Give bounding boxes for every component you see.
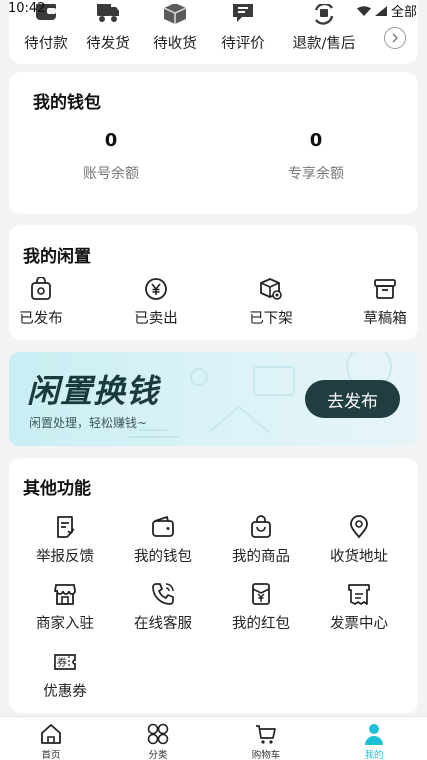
func-online-service[interactable]: 在线客服	[115, 582, 211, 633]
tab-label: 首页	[41, 750, 61, 760]
tab-home[interactable]: 首页	[11, 723, 91, 760]
status-bar: 10:42 全部	[0, 0, 427, 20]
account-balance-value: 0	[104, 130, 118, 151]
idle-item-label: 草稿箱	[363, 311, 407, 327]
idle-sold[interactable]: 已卖出	[124, 277, 188, 328]
tab-cart[interactable]: 购物车	[226, 723, 306, 760]
store-icon	[53, 584, 76, 605]
wallet-card: 我的钱包 0 账号余额 0 专享余额	[9, 72, 418, 214]
other-functions-card: 其他功能 举报反馈 我的钱包 我的商品 收货地址 商家入驻 在线客服 我的红包 …	[9, 458, 418, 713]
func-invoice-center[interactable]: 发票中心	[311, 582, 407, 633]
func-item-label: 商家入驻	[36, 616, 94, 632]
tab-label: 购物车	[251, 750, 281, 760]
signal-icon	[374, 5, 387, 16]
tab-label: 分类	[148, 750, 168, 760]
func-item-label: 我的红包	[232, 616, 290, 632]
order-item-label: 退款/售后	[292, 36, 356, 52]
func-shipping-address[interactable]: 收货地址	[311, 515, 407, 566]
func-item-label: 在线客服	[134, 616, 192, 632]
func-item-label: 我的钱包	[134, 549, 192, 565]
banner-subtitle: 闲置处理，轻松赚钱~	[29, 416, 148, 430]
promo-banner[interactable]: 闲置换钱 闲置处理，轻松赚钱~ 去发布	[9, 352, 418, 446]
status-network-label: 全部	[390, 5, 417, 20]
my-idle-card: 我的闲置 已发布 已卖出 已下架 草稿箱	[9, 225, 418, 340]
invoice-icon	[348, 584, 370, 605]
func-item-label: 举报反馈	[36, 549, 94, 565]
category-icon	[147, 723, 169, 745]
func-report-feedback[interactable]: 举报反馈	[17, 515, 113, 566]
banner-title: 闲置换钱	[27, 372, 160, 410]
report-icon	[57, 516, 75, 538]
tab-mine[interactable]: 我的	[334, 723, 414, 760]
yuan-coin-icon	[145, 278, 167, 300]
account-balance-label: 账号余额	[83, 166, 139, 182]
status-indicators: 全部	[356, 1, 417, 20]
func-my-wallet[interactable]: 我的钱包	[115, 515, 211, 566]
chevron-right-icon[interactable]	[384, 27, 406, 49]
idle-item-label: 已卖出	[134, 311, 178, 327]
home-icon	[41, 724, 61, 744]
location-pin-icon	[350, 515, 368, 539]
publish-button[interactable]: 去发布	[305, 380, 400, 418]
cart-icon	[256, 725, 276, 744]
func-item-label: 收货地址	[330, 549, 388, 565]
wallet-title: 我的钱包	[33, 93, 101, 113]
status-time: 10:42	[8, 1, 46, 16]
idle-delisted[interactable]: 已下架	[239, 277, 303, 328]
idle-title: 我的闲置	[23, 247, 91, 267]
order-item-label: 待评价	[221, 36, 265, 52]
red-envelope-icon	[252, 583, 270, 605]
box-off-icon	[260, 278, 282, 300]
bag-icon	[31, 277, 51, 300]
func-item-label: 发票中心	[330, 616, 388, 632]
idle-drafts[interactable]: 草稿箱	[353, 277, 417, 328]
user-icon	[365, 724, 383, 745]
exclusive-balance[interactable]: 0 专享余额	[256, 130, 376, 183]
tab-category[interactable]: 分类	[118, 723, 198, 760]
wifi-icon	[356, 5, 371, 16]
idle-item-label: 已发布	[19, 311, 63, 327]
func-my-red-envelope[interactable]: 我的红包	[213, 582, 309, 633]
tab-label: 我的	[364, 750, 384, 760]
idle-published[interactable]: 已发布	[9, 277, 73, 328]
order-item-label: 待发货	[86, 36, 130, 52]
coupon-icon: 券	[54, 654, 76, 670]
func-merchant-join[interactable]: 商家入驻	[17, 582, 113, 633]
shopping-bag-icon	[251, 515, 271, 538]
func-coupon[interactable]: 券 优惠券	[17, 650, 113, 701]
order-item-label: 待付款	[24, 36, 68, 52]
svg-text:券: 券	[57, 656, 67, 669]
func-item-label: 我的商品	[232, 549, 290, 565]
archive-icon	[374, 279, 396, 299]
other-functions-title: 其他功能	[23, 479, 91, 499]
exclusive-balance-label: 专享余额	[288, 166, 344, 182]
func-my-goods[interactable]: 我的商品	[213, 515, 309, 566]
account-balance[interactable]: 0 账号余额	[51, 130, 171, 183]
order-item-label: 待收货	[153, 36, 197, 52]
wallet-icon	[152, 515, 174, 537]
phone-icon	[152, 583, 174, 605]
exclusive-balance-value: 0	[309, 130, 323, 151]
func-item-label: 优惠券	[43, 684, 87, 700]
idle-item-label: 已下架	[249, 311, 293, 327]
bottom-tab-bar: 首页 分类 购物车 我的	[0, 716, 427, 760]
